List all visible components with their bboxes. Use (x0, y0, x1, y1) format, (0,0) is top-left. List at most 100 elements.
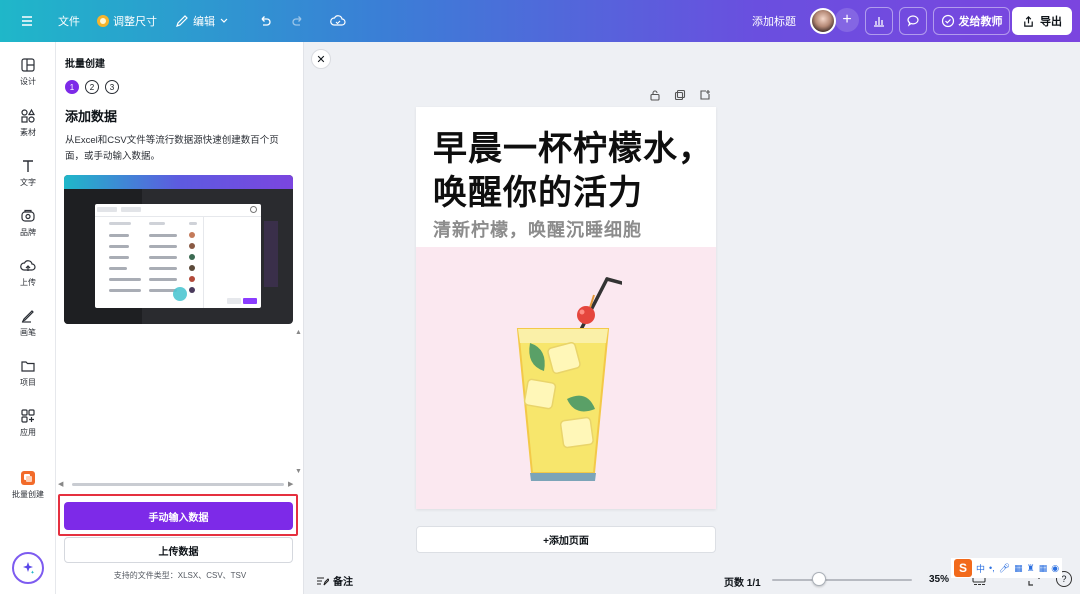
plus-icon: + (842, 11, 852, 28)
keyboard-icon[interactable]: ▦ (1014, 563, 1023, 574)
undo-icon (261, 16, 271, 26)
rail-label: 画笔 (20, 328, 36, 337)
folder-icon (21, 361, 35, 372)
apps-icon (21, 409, 35, 423)
bulk-create-icon (21, 471, 35, 485)
supported-file-types: 支持的文件类型：XLSX、CSV、TSV (113, 571, 247, 580)
upload-data-button[interactable]: 上传数据 (64, 537, 293, 563)
edit-label: 编辑 (193, 16, 215, 28)
rail-item-design[interactable]: 设计 (0, 57, 56, 87)
step-1: 1 (65, 80, 79, 94)
page-count[interactable]: 页数 1/1 (724, 574, 761, 589)
text-icon (23, 160, 33, 172)
redo-button[interactable] (291, 0, 305, 42)
ime-toolbar: S 中 •, 🎤︎ ▦ ♜ ▦ ◉ (951, 558, 1063, 578)
add-title-button[interactable]: 添加标题 (752, 0, 796, 42)
undo-button[interactable] (258, 0, 272, 42)
rail-label: 应用 (20, 428, 36, 437)
check-circle-icon (941, 14, 954, 28)
scroll-left-arrow[interactable]: ◀ (58, 480, 63, 488)
bar-chart-icon (874, 17, 884, 27)
send-to-teacher-button[interactable]: 发给教师 (933, 7, 1010, 35)
panel-title: 批量创建 (65, 59, 105, 70)
rail-item-draw[interactable]: 画笔 (0, 308, 56, 338)
step-2: 2 (85, 80, 99, 94)
page-tools (649, 89, 711, 101)
comment-button[interactable] (899, 7, 927, 35)
resize-label: 调整尺寸 (113, 16, 157, 28)
rail-item-projects[interactable]: 项目 (0, 358, 56, 388)
rail-label: 项目 (20, 378, 36, 387)
redo-icon (292, 16, 302, 26)
send-teacher-label: 发给教师 (958, 16, 1003, 28)
microphone-icon[interactable]: 🎤︎ (999, 563, 1010, 574)
bulk-create-illustration (64, 175, 293, 324)
page-subline[interactable]: 清新柠檬，唤醒沉睡细胞 (433, 216, 642, 242)
page-headline[interactable]: 早晨一杯柠檬水，唤醒你的活力 (433, 127, 713, 215)
skin-icon[interactable]: ♜ (1027, 563, 1035, 574)
avatar[interactable] (810, 8, 836, 34)
rail-item-apps[interactable]: 应用 (0, 408, 56, 438)
brush-icon (21, 310, 34, 323)
add-page-icon[interactable] (699, 89, 711, 101)
rail-label: 上传 (20, 278, 36, 287)
rail-label: 素材 (20, 128, 36, 137)
manual-input-button[interactable]: 手动输入数据 (64, 502, 293, 530)
zoom-level[interactable]: 35% (929, 574, 949, 585)
scroll-down-arrow[interactable]: ▼ (295, 468, 302, 475)
magic-assistant-button[interactable] (12, 552, 44, 584)
lemonade-glass-illustration[interactable] (512, 273, 622, 483)
rail-item-upload[interactable]: 上传 (0, 258, 56, 288)
rail-item-brand[interactable]: 品牌 (0, 208, 56, 238)
rail-label: 文字 (20, 178, 36, 187)
rail-item-text[interactable]: 文字 (0, 158, 56, 188)
notes-button[interactable]: 备注 (316, 573, 353, 588)
insights-button[interactable] (865, 7, 893, 35)
cloud-upload-icon (20, 260, 36, 271)
file-menu-label: 文件 (58, 16, 80, 28)
close-panel-button[interactable]: ✕ (311, 49, 331, 69)
ime-mode[interactable]: 中 (976, 562, 985, 575)
left-rail: 设计 素材 文字 品牌 上传 画笔 项目 应用 批量创建 (0, 42, 56, 594)
add-title-label: 添加标题 (752, 16, 796, 28)
panel-heading: 添加数据 (65, 109, 118, 124)
file-menu[interactable]: 文件 (58, 0, 80, 42)
zoom-slider-track[interactable] (772, 579, 912, 581)
add-page-button[interactable]: +添加页面 (416, 526, 716, 553)
design-page[interactable]: 早晨一杯柠檬水，唤醒你的活力 清新柠檬，唤醒沉睡细胞 (416, 107, 716, 509)
punctuation-icon[interactable]: •, (989, 563, 995, 573)
top-toolbar: 文件 调整尺寸 编辑 添加标题 + 发给教师 导出 (0, 0, 1080, 42)
export-button[interactable]: 导出 (1012, 7, 1072, 35)
edit-menu[interactable]: 编辑 (175, 0, 229, 42)
chevron-down-icon (220, 18, 228, 23)
zoom-slider-handle[interactable] (812, 572, 826, 586)
upload-data-label: 上传数据 (158, 546, 199, 558)
layout-icon (21, 58, 35, 72)
add-page-label: +添加页面 (543, 536, 589, 547)
scroll-right-arrow[interactable]: ▶ (288, 480, 293, 488)
brand-icon (21, 209, 35, 222)
settings-icon[interactable]: ◉ (1051, 563, 1059, 574)
crown-icon (97, 15, 109, 27)
cloud-save-icon[interactable] (330, 0, 346, 42)
scroll-up-arrow[interactable]: ▲ (295, 329, 302, 336)
bulk-create-panel: 批量创建 1 2 3 添加数据 从Excel和CSV文件等流行数据源快速创建数百… (56, 42, 304, 594)
sparkle-icon (23, 562, 35, 574)
close-icon: ✕ (316, 53, 326, 66)
panel-description: 从Excel和CSV文件等流行数据源快速创建数百个页面，或手动输入数据。 (65, 135, 279, 162)
lock-icon[interactable] (649, 89, 661, 101)
help-icon: ? (1061, 574, 1067, 584)
comment-icon (907, 15, 919, 27)
horizontal-scrollbar[interactable] (72, 483, 284, 486)
rail-item-elements[interactable]: 素材 (0, 108, 56, 138)
step-indicator: 1 2 3 (65, 80, 119, 94)
toolbox-icon[interactable]: ▦ (1039, 563, 1048, 574)
add-collaborator-button[interactable]: + (835, 8, 859, 32)
resize-button[interactable]: 调整尺寸 (97, 0, 157, 42)
rail-label: 设计 (20, 77, 36, 86)
rail-item-bulk-create[interactable]: 批量创建 (0, 470, 56, 500)
menu-icon[interactable] (20, 0, 34, 42)
notes-label: 备注 (333, 577, 353, 588)
sogou-logo[interactable]: S (954, 559, 972, 577)
duplicate-icon[interactable] (674, 89, 686, 101)
